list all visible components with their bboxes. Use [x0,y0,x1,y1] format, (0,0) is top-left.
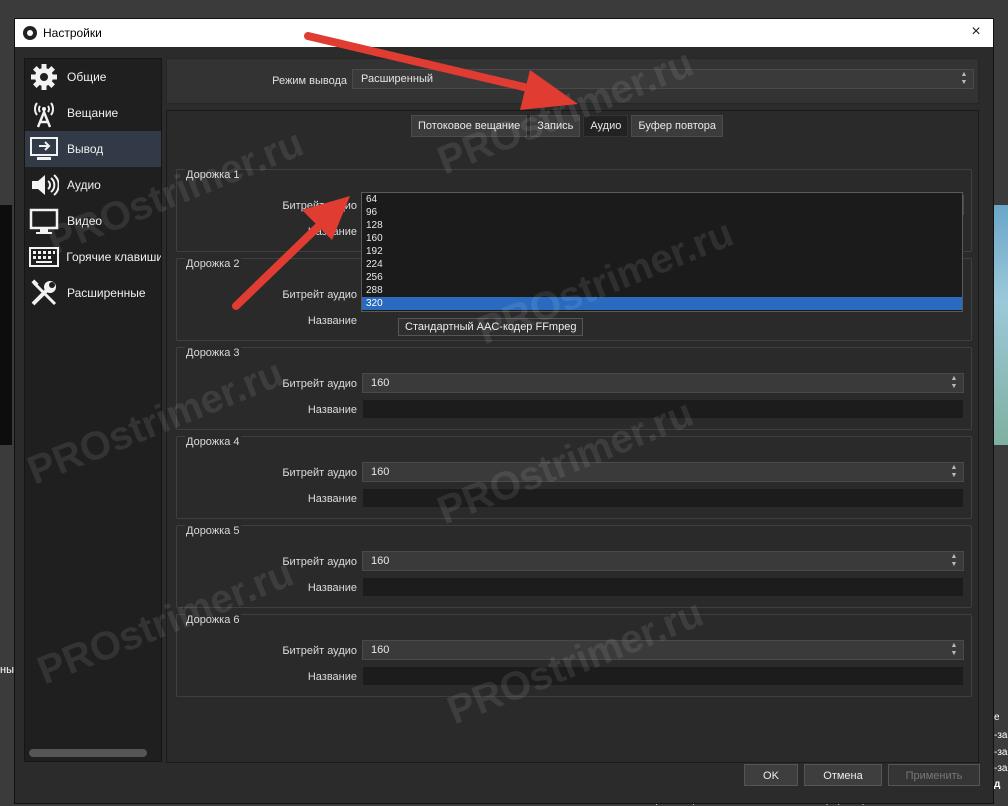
track-name-label: Название [307,226,357,238]
bitrate-label: Битрейт аудио [282,467,357,479]
track-name-label: Название [307,404,357,416]
background-text-fragment: -за [994,763,1008,774]
track-title: Дорожка 4 [185,436,241,448]
settings-sidebar: Общие Вещание Вывод Аудио Видео Горячие … [24,58,162,762]
sidebar-item-label: Общие [67,70,107,84]
dropdown-option-highlighted[interactable]: 320 [362,297,962,310]
track-group-4: Дорожка 4 Битрейт аудио 160 ▲ ▼ Название [176,436,972,519]
titlebar: Настройки × [15,19,993,47]
track-name-input-3[interactable] [362,399,964,419]
bitrate-label: Битрейт аудио [282,645,357,657]
track-group-5: Дорожка 5 Битрейт аудио 160 ▲ ▼ Название [176,525,972,608]
bitrate-dropdown-list: 64 96 128 160 192 224 256 288 320 [361,192,963,312]
monitor-icon [27,205,61,237]
track-title: Дорожка 3 [185,347,241,359]
dropdown-option[interactable]: 288 [362,284,962,297]
sidebar-item-audio[interactable]: Аудио [25,167,161,203]
updown-arrows-icon: ▲▼ [960,71,968,86]
tab-replay-buffer[interactable]: Буфер повтора [631,115,723,137]
track-name-label: Название [307,493,357,505]
track-name-input-4[interactable] [362,488,964,508]
broadcast-icon [27,97,61,129]
sidebar-item-output[interactable]: Вывод [25,131,161,167]
cancel-button[interactable]: Отмена [804,764,882,786]
tab-audio[interactable]: Аудио [583,115,629,137]
sidebar-item-hotkeys[interactable]: Горячие клавиши [25,239,161,275]
sidebar-item-label: Вывод [67,142,104,156]
bitrate-select-4[interactable]: 160 ▲ ▼ [362,462,964,482]
bitrate-select-6[interactable]: 160 ▲ ▼ [362,640,964,660]
sidebar-item-advanced[interactable]: Расширенные [25,275,161,311]
track-title: Дорожка 6 [185,614,241,626]
background-app-image [994,205,1008,445]
background-app-preview [0,205,12,445]
bitrate-label: Битрейт аудио [282,200,357,212]
updown-arrows-icon: ▲▼ [950,464,958,479]
keyboard-icon [27,241,60,273]
sidebar-item-label: Видео [67,214,103,228]
output-mode-label: Режим вывода [272,75,347,87]
bitrate-value: 160 [371,377,390,389]
obs-logo-icon [23,26,37,40]
sidebar-item-label: Аудио [67,178,101,192]
encoder-tooltip: Стандартный AAC-кодер FFmpeg [398,318,584,336]
bitrate-value: 160 [371,644,390,656]
speaker-icon [27,169,61,201]
track-name-input-5[interactable] [362,577,964,597]
background-text-fragment: -за [994,747,1008,758]
bitrate-value: 160 [371,466,390,478]
bitrate-label: Битрейт аудио [282,556,357,568]
sidebar-item-general[interactable]: Общие [25,59,161,95]
sidebar-item-label: Горячие клавиши [66,250,161,264]
track-title: Дорожка 1 [185,169,241,181]
track-group-6: Дорожка 6 Битрейт аудио 160 ▲ ▼ Название [176,614,972,697]
background-text-fragment: д [994,779,1001,790]
output-mode-value: Расширенный [361,73,433,85]
dropdown-option[interactable]: 96 [362,206,962,219]
gear-icon [27,61,61,93]
dropdown-option[interactable]: 160 [362,232,962,245]
output-mode-select[interactable]: Расширенный ▲ ▼ [352,69,974,89]
apply-button[interactable]: Применить [888,764,980,786]
updown-arrows-icon: ▲▼ [950,553,958,568]
track-name-label: Название [307,671,357,683]
output-tabs: Потоковое вещание Запись Аудио Буфер пов… [411,115,726,137]
dropdown-option[interactable]: 256 [362,271,962,284]
settings-window: Настройки × Общие Вещание Вывод Аудио Ви… [14,18,994,804]
track-name-label: Название [307,582,357,594]
background-text-fragment: -за [994,730,1008,741]
bitrate-value: 160 [371,555,390,567]
bitrate-label: Битрейт аудио [282,289,357,301]
sidebar-item-stream[interactable]: Вещание [25,95,161,131]
close-button[interactable]: × [967,23,985,41]
track-title: Дорожка 2 [185,258,241,270]
track-group-3: Дорожка 3 Битрейт аудио 160 ▲ ▼ Название [176,347,972,430]
sidebar-item-label: Расширенные [67,286,146,300]
sidebar-item-label: Вещание [67,106,119,120]
settings-main: Режим вывода Расширенный ▲ ▼ Потоковое ве… [166,58,979,763]
updown-arrows-icon: ▲▼ [950,375,958,390]
sidebar-item-video[interactable]: Видео [25,203,161,239]
dropdown-option[interactable]: 224 [362,258,962,271]
track-name-input-6[interactable] [362,666,964,686]
dropdown-option[interactable]: 128 [362,219,962,232]
track-title: Дорожка 5 [185,525,241,537]
background-text-fragment: е [994,712,1000,723]
track-name-label: Название [307,315,357,327]
dropdown-option[interactable]: 64 [362,193,962,206]
tab-recording[interactable]: Запись [530,115,581,137]
tools-icon [27,277,61,309]
dropdown-option[interactable]: 192 [362,245,962,258]
output-mode-row: Режим вывода Расширенный ▲ ▼ [166,58,979,104]
bitrate-label: Битрейт аудио [282,378,357,390]
ok-button[interactable]: OK [744,764,798,786]
output-icon [27,133,61,165]
sidebar-scrollbar[interactable] [29,749,147,757]
window-title: Настройки [43,26,102,40]
bitrate-select-3[interactable]: 160 ▲ ▼ [362,373,964,393]
tab-streaming[interactable]: Потоковое вещание [411,115,528,137]
background-text-fragment: ны [0,664,14,676]
bitrate-select-5[interactable]: 160 ▲ ▼ [362,551,964,571]
updown-arrows-icon: ▲▼ [950,642,958,657]
